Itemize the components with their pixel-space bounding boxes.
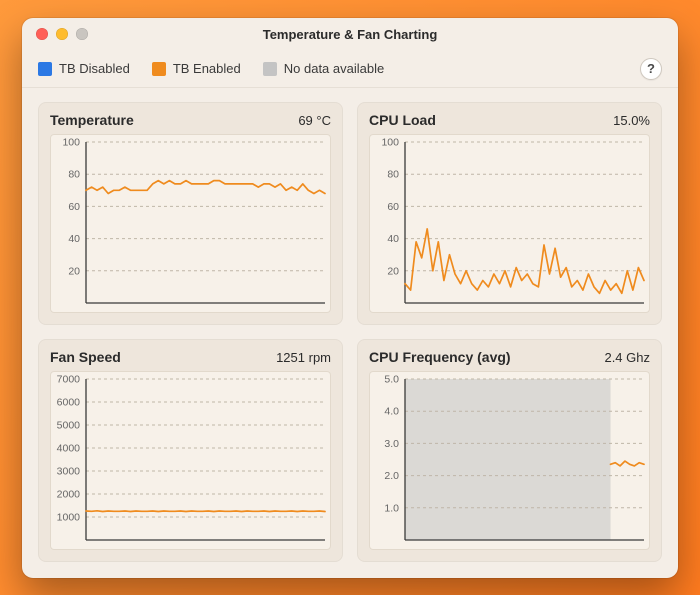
app-window: Temperature & Fan Charting TB Disabled T… xyxy=(22,18,678,578)
legend-no-data: No data available xyxy=(263,61,384,76)
legend-tb-enabled: TB Enabled xyxy=(152,61,241,76)
chart-cpu-load: 20 40 60 80 100 xyxy=(369,134,650,313)
panel-cpu-load: CPU Load 15.0% 20 40 60 80 100 xyxy=(357,102,662,325)
svg-text:100: 100 xyxy=(62,137,80,149)
swatch-no-data xyxy=(263,62,277,76)
swatch-tb-disabled xyxy=(38,62,52,76)
svg-text:40: 40 xyxy=(387,233,399,245)
svg-text:5000: 5000 xyxy=(57,420,81,432)
panel-temperature-title: Temperature xyxy=(50,112,134,128)
svg-text:7000: 7000 xyxy=(57,374,81,386)
svg-text:60: 60 xyxy=(387,201,399,213)
titlebar: Temperature & Fan Charting xyxy=(22,18,678,50)
svg-text:40: 40 xyxy=(68,233,80,245)
panel-temperature: Temperature 69 °C 20 40 60 80 100 xyxy=(38,102,343,325)
help-button[interactable]: ? xyxy=(640,58,662,80)
legend-tb-enabled-label: TB Enabled xyxy=(173,61,241,76)
window-title: Temperature & Fan Charting xyxy=(22,27,678,42)
svg-text:4.0: 4.0 xyxy=(384,406,399,418)
svg-text:3.0: 3.0 xyxy=(384,438,399,450)
svg-text:80: 80 xyxy=(68,169,80,181)
panel-temperature-value: 69 °C xyxy=(298,113,331,128)
svg-text:20: 20 xyxy=(387,265,399,277)
swatch-tb-enabled xyxy=(152,62,166,76)
svg-text:2000: 2000 xyxy=(57,489,81,501)
legend-bar: TB Disabled TB Enabled No data available… xyxy=(22,50,678,88)
svg-text:6000: 6000 xyxy=(57,397,81,409)
panel-fan-speed-title: Fan Speed xyxy=(50,349,121,365)
svg-text:2.0: 2.0 xyxy=(384,470,399,482)
panel-cpu-load-title: CPU Load xyxy=(369,112,436,128)
svg-text:4000: 4000 xyxy=(57,443,81,455)
legend-tb-disabled: TB Disabled xyxy=(38,61,130,76)
svg-text:20: 20 xyxy=(68,265,80,277)
svg-text:1000: 1000 xyxy=(57,512,81,524)
help-icon: ? xyxy=(647,61,655,76)
panel-cpu-frequency-value: 2.4 Ghz xyxy=(604,350,650,365)
svg-text:5.0: 5.0 xyxy=(384,374,399,386)
svg-text:80: 80 xyxy=(387,169,399,181)
panel-fan-speed-value: 1251 rpm xyxy=(276,350,331,365)
panel-cpu-frequency-title: CPU Frequency (avg) xyxy=(369,349,511,365)
svg-text:3000: 3000 xyxy=(57,466,81,478)
svg-text:1.0: 1.0 xyxy=(384,502,399,514)
panel-cpu-frequency: CPU Frequency (avg) 2.4 Ghz 1.0 2.0 3.0 4.0… xyxy=(357,339,662,562)
legend-tb-disabled-label: TB Disabled xyxy=(59,61,130,76)
legend-no-data-label: No data available xyxy=(284,61,384,76)
chart-temperature: 20 40 60 80 100 xyxy=(50,134,331,313)
chart-cpu-frequency: 1.0 2.0 3.0 4.0 5.0 xyxy=(369,371,650,550)
chart-fan-speed: 1000 2000 3000 4000 5000 6000 7000 xyxy=(50,371,331,550)
panel-cpu-load-value: 15.0% xyxy=(613,113,650,128)
panel-fan-speed: Fan Speed 1251 rpm 1000 2000 3000 4000 5000 6… xyxy=(38,339,343,562)
panel-grid: Temperature 69 °C 20 40 60 80 100 CPU Load 1… xyxy=(22,88,678,578)
svg-text:60: 60 xyxy=(68,201,80,213)
svg-text:100: 100 xyxy=(381,137,399,149)
